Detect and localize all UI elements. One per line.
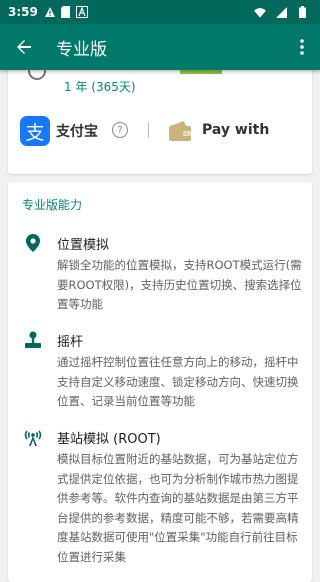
payment-methods: 支 支付宝 ? Pay with — [8, 116, 312, 146]
alipay-logo-icon[interactable]: 支 — [20, 116, 50, 146]
battery-icon — [296, 6, 308, 18]
joystick-icon — [22, 329, 44, 351]
signal-icon — [275, 6, 287, 18]
feature-title: 位置模拟 — [57, 238, 110, 253]
feature-description: 通过摇杆控制位置往任意方向上的移动，摇杆中支持自定义移动速度、锁定移动方向、快速… — [57, 355, 299, 408]
arrow-back-icon — [17, 40, 31, 54]
warning-icon — [44, 6, 56, 18]
page-title: 专业版 — [56, 39, 107, 60]
help-icon[interactable]: ? — [112, 122, 128, 138]
location-pin-icon — [22, 232, 44, 254]
app-bar: 专业版 — [0, 24, 320, 70]
wallet-icon[interactable] — [168, 120, 192, 142]
sd-card-icon — [60, 6, 72, 18]
feature-title: 摇杆 — [57, 335, 84, 350]
payment-divider — [148, 122, 149, 138]
feature-title: 基站模拟 (ROOT) — [57, 432, 161, 447]
more-vert-icon — [300, 39, 304, 55]
feature-description: 模拟目标位置附近的基站数据，可为基站定位方式提供定位依据，也可为分析制作城市热力… — [57, 452, 299, 564]
status-bar: 3:59 — [0, 0, 320, 24]
feature-description: 解锁全功能的位置模拟，支持ROOT模式运行(需要ROOT权限)，支持历史位置切换… — [57, 258, 302, 311]
features-card: 专业版能力 位置模拟 解锁全功能的位置模拟，支持ROOT模式运行(需要ROOT权… — [8, 182, 312, 582]
plan-duration: 1 年 (365天) — [64, 80, 136, 94]
pay-with-option[interactable]: Pay with — [202, 122, 269, 138]
more-options-button[interactable] — [284, 24, 320, 70]
a-box-icon — [75, 6, 88, 18]
alipay-option[interactable]: 支付宝 — [56, 121, 98, 141]
cell-tower-icon — [22, 426, 44, 448]
section-title: 专业版能力 — [22, 198, 83, 212]
status-time: 3:59 — [8, 5, 38, 19]
wifi-icon — [254, 6, 266, 18]
back-button[interactable] — [0, 24, 48, 70]
plan-highlight-bar — [180, 70, 222, 74]
plan-card: 1 年 (365天) 支 支付宝 ? Pay with — [8, 62, 312, 174]
